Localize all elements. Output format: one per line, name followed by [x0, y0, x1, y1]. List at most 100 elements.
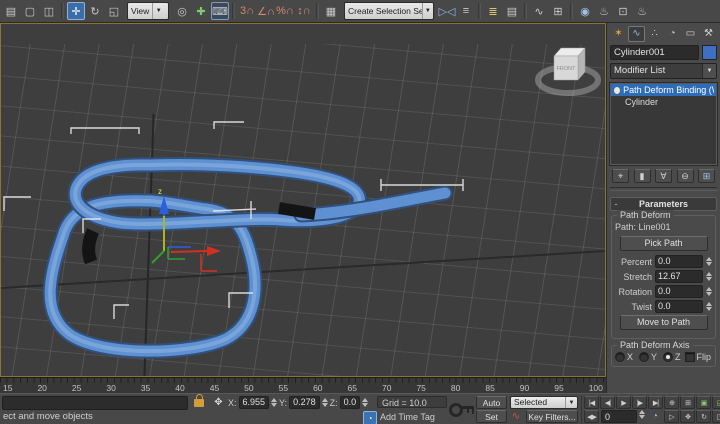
default-tangent-icon[interactable]: ∿ [510, 410, 522, 423]
spinner-control[interactable] [706, 287, 712, 296]
select-and-scale-button[interactable]: ◱ [105, 2, 123, 20]
scene-explorer-button[interactable]: ▤ [503, 2, 521, 20]
align-button[interactable]: ≡ [457, 2, 475, 20]
rendered-frame-window-button[interactable]: ⊡ [614, 2, 632, 20]
toolbar-divider[interactable] [232, 3, 235, 19]
key-selection-dropdown[interactable]: Selected ▼ [510, 396, 578, 409]
keyboard-shortcut-override-toggle[interactable]: ⌨ [211, 2, 229, 20]
go-to-end-button[interactable]: ▶| [648, 396, 663, 409]
spinner-control[interactable] [271, 398, 277, 407]
axis-radio[interactable]: Z [663, 352, 681, 362]
previous-frame-button[interactable]: ◀| [600, 396, 615, 409]
snaps-toggle-3d-button[interactable]: 3∩ [238, 2, 256, 20]
tab-create[interactable]: ✶ [610, 26, 627, 42]
rectangular-selection-region-button[interactable]: ▢ [21, 2, 39, 20]
spinner-control[interactable] [362, 398, 368, 407]
coordinate-input[interactable]: 0.0 [340, 396, 361, 409]
modifier-stack-row[interactable]: Path Deform Binding (WS [611, 84, 716, 96]
tab-hierarchy[interactable]: ∴ [646, 26, 663, 42]
percent-snap-toggle[interactable]: %∩ [276, 2, 294, 20]
schematic-view-button[interactable]: ⊞ [549, 2, 567, 20]
window-crossing-toggle[interactable]: ◫ [40, 2, 58, 20]
selection-lock-icon[interactable] [194, 399, 204, 407]
viewcube-front-face-label[interactable]: FRONT [557, 66, 577, 72]
mirror-button[interactable]: ▷◁ [438, 2, 456, 20]
zoom-button[interactable]: ⊕ [664, 396, 679, 409]
pin-stack-button[interactable]: ⌖ [612, 169, 629, 183]
key-filters-button[interactable]: Key Filters... [526, 410, 578, 423]
orbit-button[interactable]: ↻ [696, 410, 711, 423]
key-mode-toggle[interactable]: ◀▶ [584, 410, 599, 423]
perspective-viewport[interactable]: z FRONT [0, 23, 606, 377]
zoom-extents-button[interactable]: ▣ [696, 396, 711, 409]
play-button[interactable]: ▶ [616, 396, 631, 409]
render-production-button[interactable]: ♨ [633, 2, 651, 20]
set-key-button[interactable]: Set Key [476, 410, 507, 423]
render-setup-button[interactable]: ♨ [595, 2, 613, 20]
add-time-tag-button[interactable]: Add Time Tag [380, 412, 435, 422]
coordinate-input[interactable]: 0.278 [289, 396, 320, 409]
tab-display[interactable]: ▭ [682, 26, 699, 42]
edit-named-selection-sets-button[interactable]: ▦ [322, 2, 340, 20]
named-selection-set-dropdown[interactable]: Create Selection Se ▼ [344, 2, 434, 20]
path-deformed-cylinder[interactable] [50, 164, 445, 351]
select-and-move-button[interactable]: ✛ [67, 2, 85, 20]
configure-modifier-sets-button[interactable]: ⊞ [698, 169, 715, 183]
zoom-extents-all-button[interactable]: ◱ [712, 396, 720, 409]
toolbar-divider[interactable] [478, 3, 481, 19]
axis-radio[interactable]: X [615, 352, 633, 362]
make-unique-button[interactable]: ∀ [655, 169, 672, 183]
toolbar-divider[interactable] [61, 3, 64, 19]
object-name-field[interactable]: Cylinder001 [610, 45, 699, 60]
move-to-path-button[interactable]: Move to Path [620, 315, 708, 330]
parameter-value-field[interactable]: 0.0 [655, 300, 703, 313]
toolbar-divider[interactable] [524, 3, 527, 19]
time-configuration-button[interactable]: ◔ [648, 410, 662, 423]
axis-radio[interactable]: Y [639, 352, 657, 362]
modifier-enabled-bulb-icon[interactable] [614, 87, 620, 94]
time-tag-icon[interactable]: ◔ [363, 411, 377, 424]
absolute-mode-toggle-icon[interactable]: ✥ [211, 396, 226, 409]
parameter-value-field[interactable]: 0.0 [655, 255, 703, 268]
material-editor-button[interactable]: ◉ [576, 2, 594, 20]
maximize-viewport-toggle[interactable]: ◳ [712, 410, 720, 423]
coordinate-input[interactable]: 6.955 [239, 396, 270, 409]
select-by-name-button[interactable]: ▤ [2, 2, 20, 20]
remove-modifier-button[interactable]: ⊖ [677, 169, 694, 183]
spinner-control[interactable] [706, 272, 712, 281]
spinner-snap-toggle[interactable]: ↕∩ [295, 2, 313, 20]
spinner-control[interactable] [639, 410, 645, 419]
current-frame-field[interactable]: 0 [601, 410, 637, 423]
tab-motion[interactable]: ◔ [664, 26, 681, 42]
track-bar-ruler[interactable]: 1520253035404550556065707580859095100 [0, 377, 606, 393]
manage-layers-button[interactable]: ≣ [484, 2, 502, 20]
modifier-stack-row[interactable]: Cylinder [611, 96, 716, 108]
parameters-rollout-header[interactable]: - Parameters [610, 197, 717, 211]
tab-utilities[interactable]: ⚒ [700, 26, 717, 42]
parameter-value-field[interactable]: 0.0 [655, 285, 703, 298]
next-frame-button[interactable]: |▶ [632, 396, 647, 409]
select-and-manipulate-button[interactable]: ✚ [192, 2, 210, 20]
viewcube[interactable]: FRONT [538, 48, 598, 93]
gizmo-y-axis[interactable] [152, 251, 164, 263]
spinner-control[interactable] [706, 302, 712, 311]
show-end-result-button[interactable]: ▮ [634, 169, 651, 183]
flip-checkbox[interactable]: Flip [685, 352, 712, 362]
tab-modify[interactable]: ∿ [628, 26, 645, 42]
toolbar-divider[interactable] [570, 3, 573, 19]
use-pivot-point-center-button[interactable]: ◎ [173, 2, 191, 20]
spinner-control[interactable] [322, 398, 328, 407]
select-and-rotate-button[interactable]: ↻ [86, 2, 104, 20]
zoom-all-button[interactable]: ⊞ [680, 396, 695, 409]
auto-key-button[interactable]: Auto Key [476, 396, 507, 409]
toolbar-divider[interactable] [316, 3, 319, 19]
object-color-swatch[interactable] [702, 45, 717, 60]
reference-coordinate-dropdown[interactable]: View ▼ [127, 2, 169, 20]
curve-editor-button[interactable]: ∿ [530, 2, 548, 20]
angle-snap-toggle[interactable]: ∠∩ [257, 2, 275, 20]
gizmo-x-arrow[interactable] [207, 246, 221, 256]
pan-zoom-2d-button[interactable]: ▷ [664, 410, 679, 423]
pick-path-button[interactable]: Pick Path [620, 236, 708, 251]
go-to-start-button[interactable]: |◀ [584, 396, 599, 409]
set-key-icon[interactable] [449, 401, 475, 415]
